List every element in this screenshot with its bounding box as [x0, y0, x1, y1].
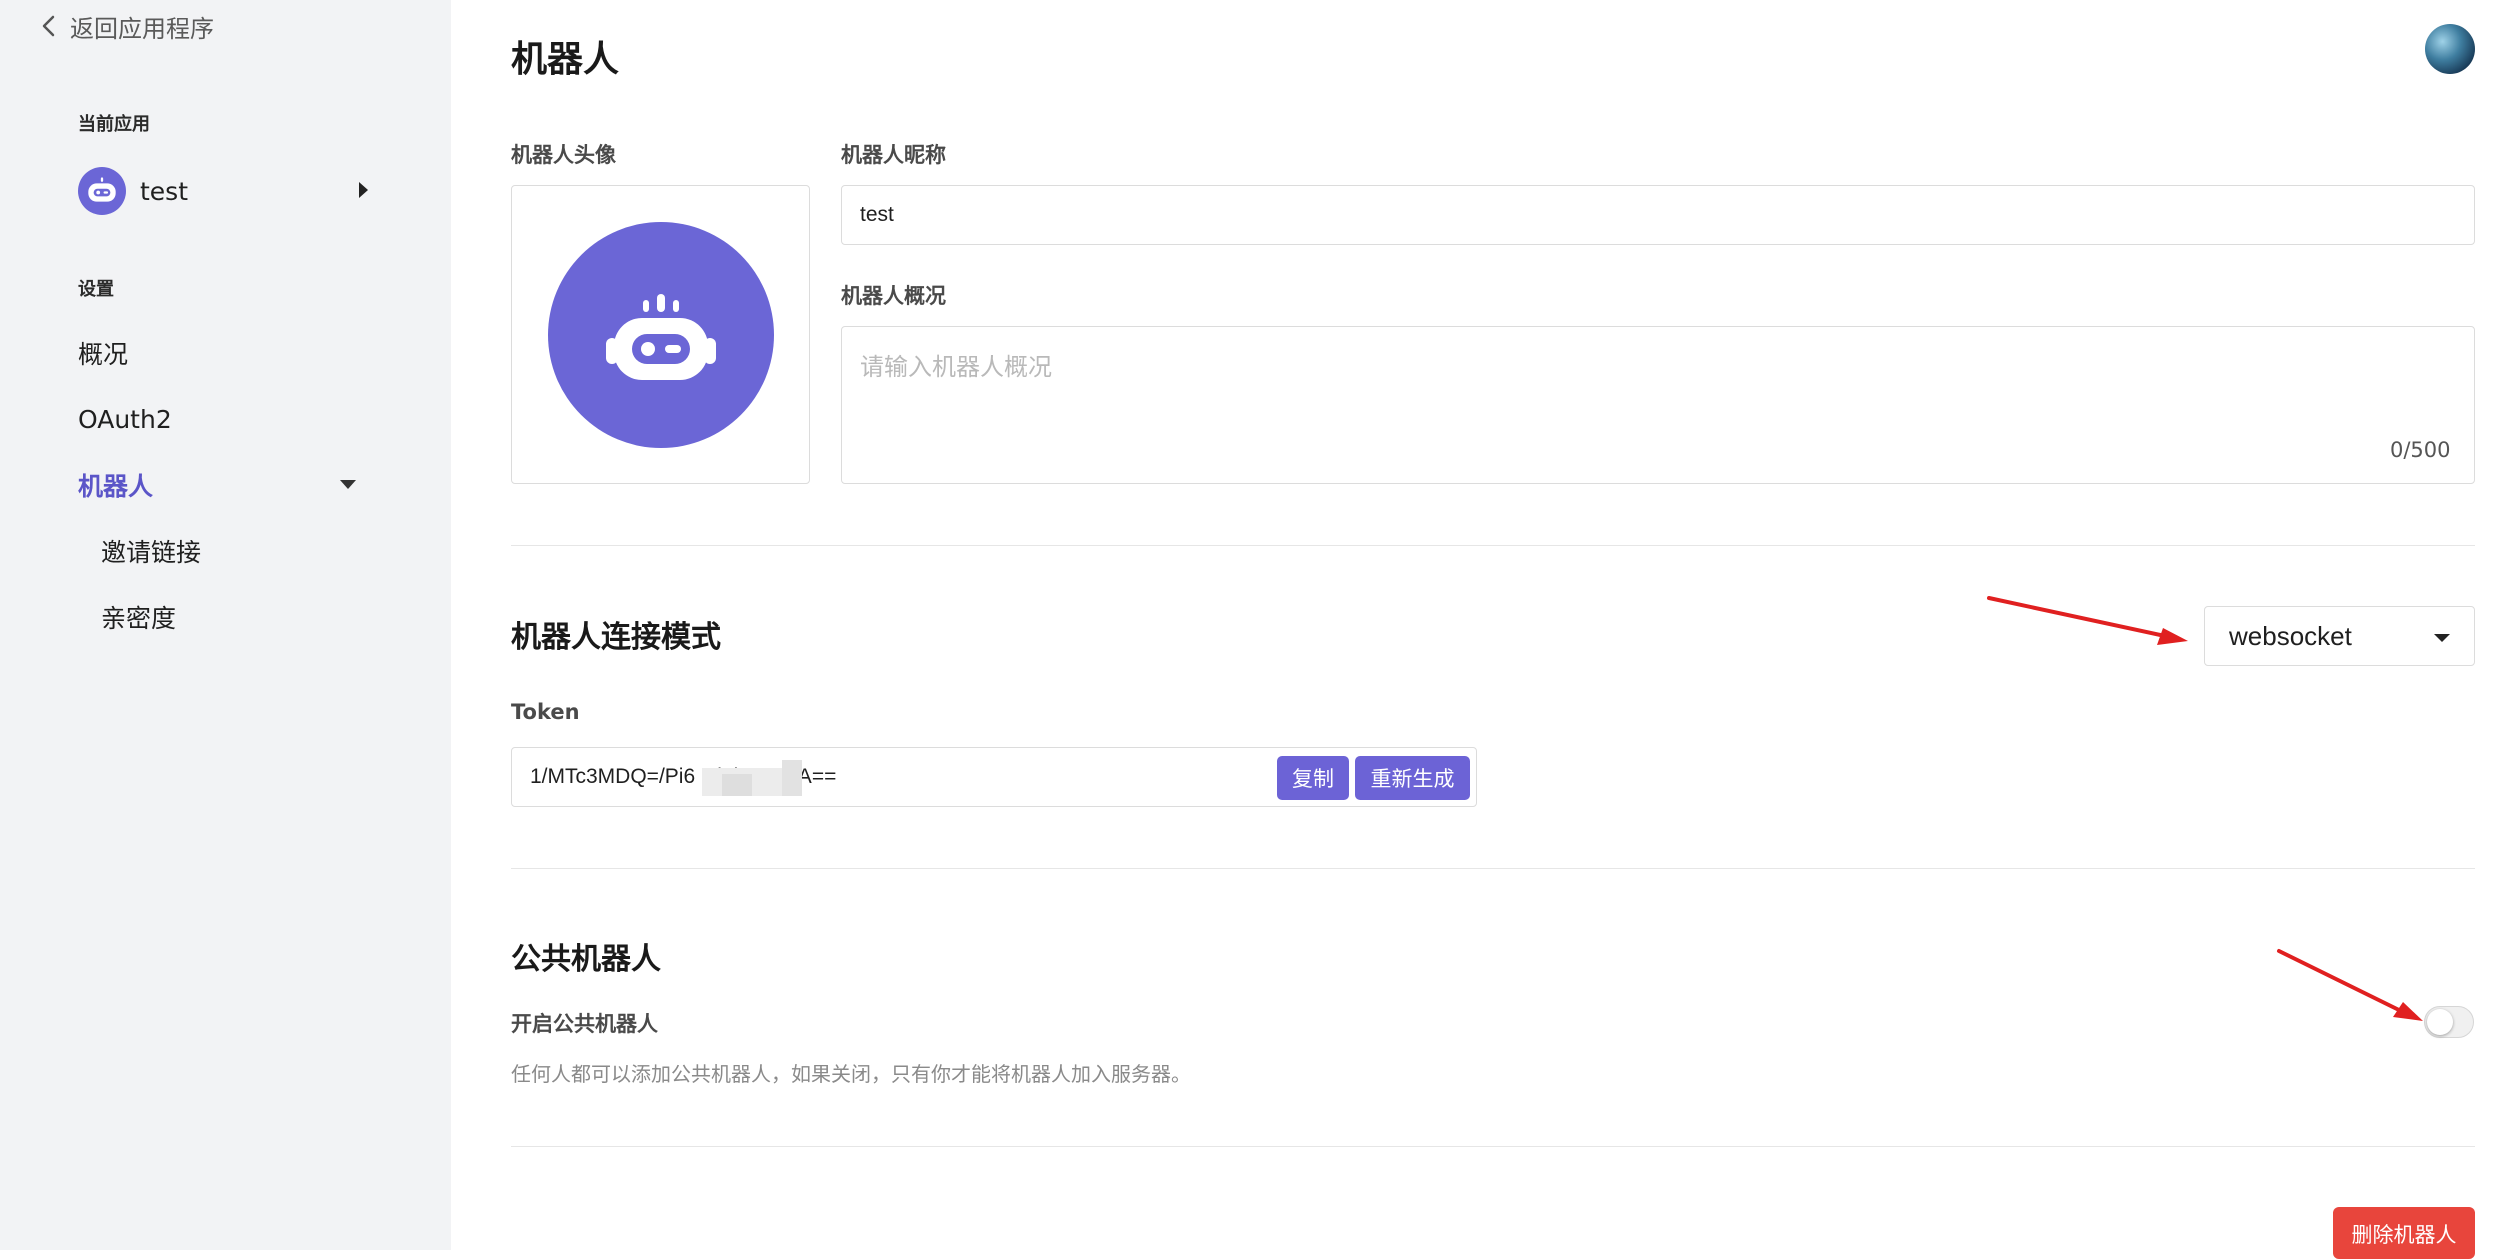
robot-avatar-icon — [78, 167, 126, 215]
token-redaction — [722, 774, 752, 796]
toggle-knob — [2427, 1009, 2453, 1035]
current-app-heading: 当前应用 — [78, 114, 150, 135]
settings-heading: 设置 — [78, 279, 114, 300]
token-field[interactable]: 1/MTc3MDQ=/Pi6 Gi9j5MCCA== 复制 重新生成 — [511, 747, 1477, 807]
chevron-left-icon — [42, 15, 55, 37]
robot-avatar-icon — [547, 221, 774, 448]
sidebar-item-overview[interactable]: 概况 — [78, 333, 128, 373]
public-bot-hint: 任何人都可以添加公共机器人，如果关闭，只有你才能将机器人加入服务器。 — [511, 1062, 1191, 1086]
back-link-label: 返回应用程序 — [70, 14, 214, 43]
connection-mode-title: 机器人连接模式 — [511, 620, 721, 655]
current-app-name: test — [140, 176, 189, 206]
public-bot-toggle-label: 开启公共机器人 — [511, 1012, 658, 1036]
connection-mode-value: websocket — [2229, 620, 2352, 651]
bot-avatar-upload[interactable] — [511, 185, 810, 484]
annotation-arrow — [1987, 596, 2188, 645]
bot-overview-textarea[interactable] — [841, 326, 2475, 484]
caret-right-icon — [359, 182, 368, 198]
divider — [511, 545, 2475, 546]
sidebar-item-bot[interactable]: 机器人 — [78, 465, 153, 505]
overview-char-count: 0/500 — [2390, 438, 2451, 462]
annotation-arrow — [2277, 949, 2423, 1021]
page-title: 机器人 — [511, 39, 620, 80]
delete-bot-button[interactable]: 删除机器人 — [2333, 1207, 2475, 1259]
caret-down-icon[interactable] — [340, 480, 356, 489]
sidebar: 返回应用程序 当前应用 test 设置 概况 OAuth2 机器人 邀请链接 亲… — [0, 0, 451, 1250]
copy-token-button[interactable]: 复制 — [1277, 756, 1349, 800]
app-switcher[interactable]: test — [78, 166, 368, 216]
bot-nickname-input[interactable] — [841, 185, 2475, 245]
sidebar-item-oauth2[interactable]: OAuth2 — [78, 399, 172, 439]
avatar-label: 机器人头像 — [511, 143, 616, 167]
regenerate-token-button[interactable]: 重新生成 — [1355, 756, 1470, 800]
nickname-label: 机器人昵称 — [841, 143, 946, 167]
divider — [511, 868, 2475, 869]
user-avatar[interactable] — [2425, 24, 2475, 74]
sidebar-item-intimacy[interactable]: 亲密度 — [101, 597, 176, 637]
token-label: Token — [511, 700, 580, 724]
token-redaction — [782, 760, 802, 796]
back-to-apps-link[interactable]: 返回应用程序 — [40, 10, 214, 43]
public-bot-toggle[interactable] — [2424, 1006, 2474, 1038]
connection-mode-select[interactable]: websocket — [2204, 606, 2475, 666]
public-bot-title: 公共机器人 — [511, 942, 661, 977]
caret-down-icon — [2434, 634, 2450, 642]
overview-label: 机器人概况 — [841, 284, 946, 308]
sidebar-item-invite-link[interactable]: 邀请链接 — [101, 531, 201, 571]
divider — [511, 1146, 2475, 1147]
